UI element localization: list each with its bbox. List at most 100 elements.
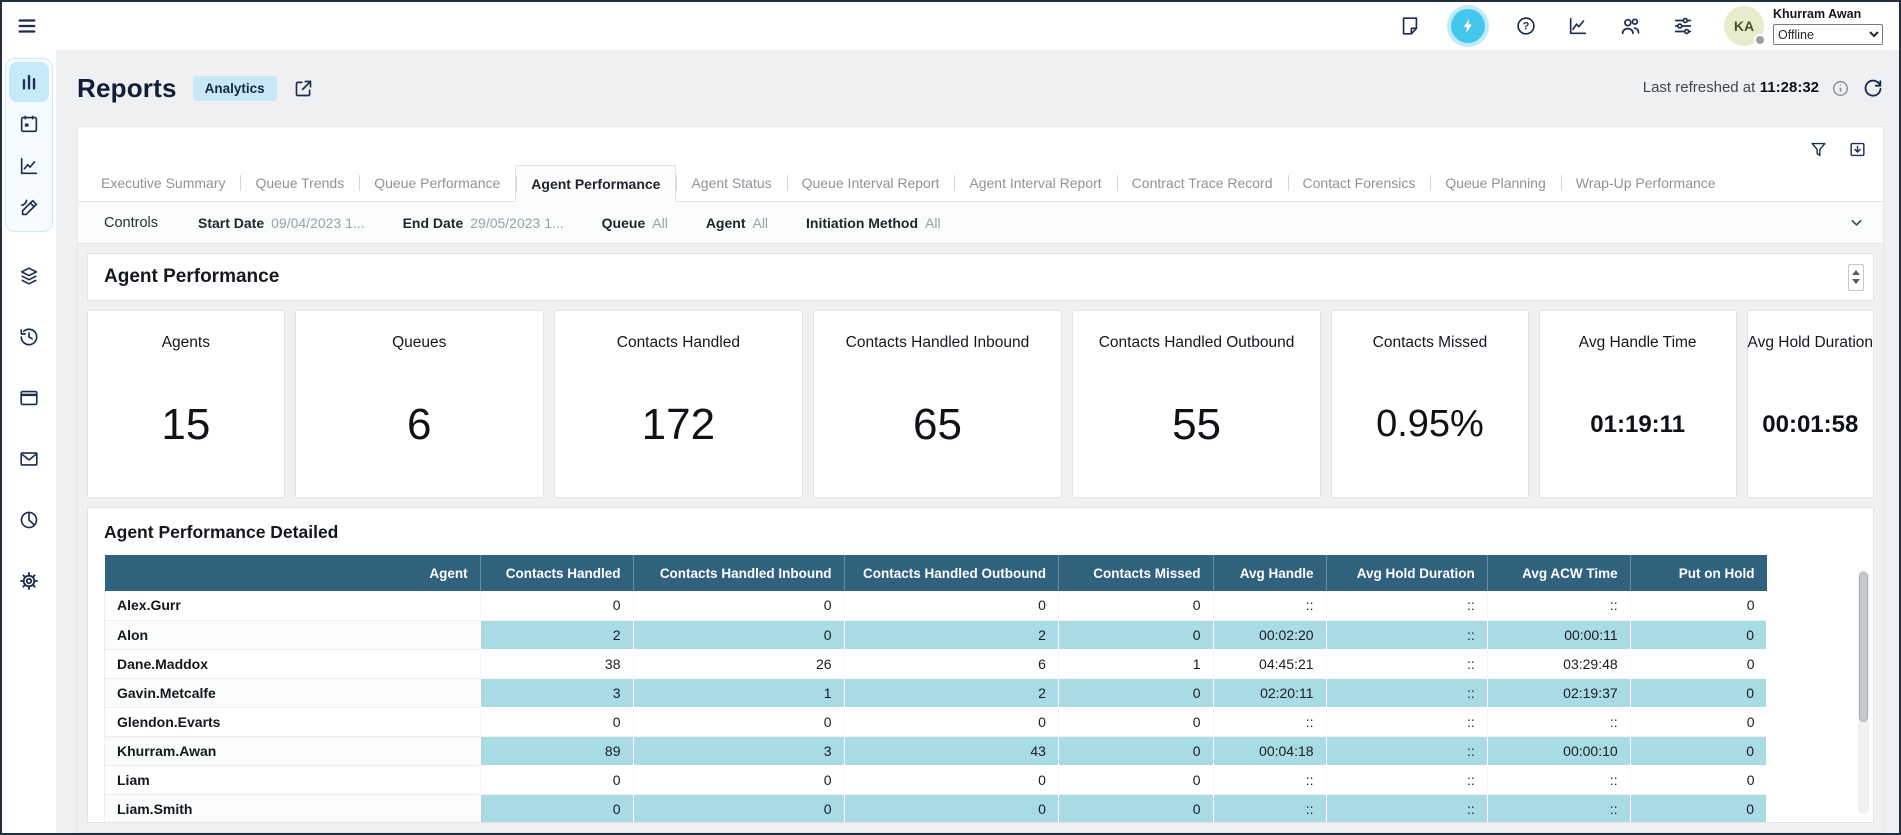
external-link-icon[interactable] xyxy=(293,78,314,99)
agent-name-cell: Liam xyxy=(105,765,481,794)
info-icon[interactable] xyxy=(1831,79,1850,98)
table-row: Liam 0 0 0 0 xyxy=(105,765,1767,794)
metric-cell: 0 xyxy=(1630,707,1766,736)
metrics-icon[interactable] xyxy=(1567,15,1589,37)
metric-cell: :: xyxy=(1326,649,1487,678)
column-header[interactable]: Contacts Handled Inbound xyxy=(633,555,844,591)
metric-cell: 0 xyxy=(1630,649,1766,678)
filter-sliders-icon[interactable] xyxy=(1672,15,1694,37)
window-icon[interactable] xyxy=(9,378,49,418)
metric-cell: :: xyxy=(1326,765,1487,794)
kpi-label: Queues xyxy=(392,334,446,352)
insights-bolt-icon[interactable] xyxy=(1451,9,1485,43)
table-header-row: Agent Contacts Handled Contacts Handled … xyxy=(105,555,1767,591)
column-header[interactable]: Contacts Handled xyxy=(480,555,633,591)
table-row: Alex.Gurr 0 0 0 0 xyxy=(105,591,1767,620)
kpi-label: Contacts Missed xyxy=(1373,334,1488,352)
report-tab[interactable]: Executive Summary xyxy=(86,165,240,201)
metric-cell: 0 xyxy=(480,765,633,794)
column-header[interactable]: Agent xyxy=(105,555,481,591)
kpi-card: Contacts Handled 172 xyxy=(554,310,803,498)
section-scroll-stepper[interactable] xyxy=(1848,264,1864,291)
chevron-down-icon[interactable] xyxy=(1848,214,1865,231)
metric-cell: 26 xyxy=(633,649,844,678)
kpi-card: Avg Hold Duration 00:01:58 xyxy=(1747,310,1875,498)
filter-control[interactable]: End Date 29/05/2023 1... xyxy=(403,215,564,231)
metric-cell: 2 xyxy=(480,620,633,649)
metric-cell: :: xyxy=(1326,707,1487,736)
report-tab[interactable]: Queue Trends xyxy=(240,165,359,201)
agent-name-cell: Liam.Smith xyxy=(105,794,481,823)
filter-control[interactable]: Initiation Method All xyxy=(806,215,941,231)
download-icon[interactable] xyxy=(1848,140,1867,159)
metric-cell: 6 xyxy=(844,649,1058,678)
filter-control[interactable]: Queue All xyxy=(602,215,668,231)
report-tab[interactable]: Contract Trace Record xyxy=(1117,165,1288,201)
filter-control[interactable]: Agent All xyxy=(706,215,768,231)
bar-chart-icon[interactable] xyxy=(9,62,49,102)
filter-value: 09/04/2023 1... xyxy=(271,215,364,231)
column-header[interactable]: Contacts Missed xyxy=(1058,555,1213,591)
mail-icon[interactable] xyxy=(9,439,49,479)
vertical-scrollbar xyxy=(1858,570,1869,814)
kpi-label: Agents xyxy=(162,334,210,352)
last-refreshed-label: Last refreshed at xyxy=(1643,79,1756,96)
calendar-icon[interactable] xyxy=(9,104,49,144)
metric-cell: 0 xyxy=(1058,794,1213,823)
filter-funnel-icon[interactable] xyxy=(1809,140,1828,159)
metric-cell: 03:29:48 xyxy=(1487,649,1630,678)
page-title: Reports xyxy=(77,73,177,104)
metric-cell: 3 xyxy=(480,678,633,707)
topbar: ? KA Khurram Awan Offline xyxy=(2,2,1899,50)
users-icon[interactable] xyxy=(1619,15,1642,38)
history-icon[interactable] xyxy=(9,317,49,357)
kpi-value: 0.95% xyxy=(1376,352,1484,497)
metric-cell: 0 xyxy=(1630,736,1766,765)
metric-cell: :: xyxy=(1487,765,1630,794)
column-header[interactable]: Put on Hold xyxy=(1630,555,1766,591)
metric-cell: 0 xyxy=(1058,678,1213,707)
detail-title: Agent Performance Detailed xyxy=(88,508,1873,555)
report-tab[interactable]: Agent Performance xyxy=(515,165,676,202)
metric-cell: 0 xyxy=(844,591,1058,620)
filter-value: 29/05/2023 1... xyxy=(470,215,563,231)
agent-name-cell: Dane.Maddox xyxy=(105,649,481,678)
filter-value: All xyxy=(652,215,668,231)
column-header[interactable]: Avg Hold Duration xyxy=(1326,555,1487,591)
user-name: Khurram Awan xyxy=(1773,7,1883,21)
report-tab[interactable]: Queue Interval Report xyxy=(787,165,955,201)
agent-performance-table: Agent Contacts Handled Contacts Handled … xyxy=(104,555,1767,823)
report-tabs: Executive Summary Queue Trends Queue Per… xyxy=(78,164,1883,202)
report-tab[interactable]: Wrap-Up Performance xyxy=(1561,165,1731,201)
hamburger-menu-icon[interactable] xyxy=(16,15,38,37)
report-tab[interactable]: Contact Forensics xyxy=(1288,165,1431,201)
status-select[interactable]: Offline xyxy=(1773,24,1883,45)
column-header[interactable]: Avg Handle xyxy=(1213,555,1326,591)
design-icon[interactable] xyxy=(9,188,49,228)
line-chart-icon[interactable] xyxy=(9,146,49,186)
report-tab[interactable]: Queue Performance xyxy=(359,165,515,201)
column-header[interactable]: Avg ACW Time xyxy=(1487,555,1630,591)
help-icon[interactable]: ? xyxy=(1515,15,1537,37)
detail-panel: Agent Performance Detailed Agent Co xyxy=(87,507,1874,823)
metric-cell: 2 xyxy=(844,620,1058,649)
metric-cell: 00:00:10 xyxy=(1487,736,1630,765)
agent-name-cell: Khurram.Awan xyxy=(105,736,481,765)
report-tab[interactable]: Agent Status xyxy=(676,165,786,201)
filter-control[interactable]: Start Date 09/04/2023 1... xyxy=(198,215,365,231)
pie-chart-icon[interactable] xyxy=(9,500,49,540)
report-tab[interactable]: Agent Interval Report xyxy=(954,165,1116,201)
sidebar-primary-group xyxy=(5,58,53,232)
metric-cell: 02:19:37 xyxy=(1487,678,1630,707)
section-title: Agent Performance xyxy=(104,266,279,288)
layers-icon[interactable] xyxy=(9,256,49,296)
report-tab[interactable]: Queue Planning xyxy=(1430,165,1560,201)
note-icon[interactable] xyxy=(1399,15,1421,37)
gear-icon[interactable] xyxy=(9,561,49,601)
filter-label: Queue xyxy=(602,215,646,231)
column-header[interactable]: Contacts Handled Outbound xyxy=(844,555,1058,591)
avatar: KA xyxy=(1724,6,1764,46)
scrollbar-thumb[interactable] xyxy=(1859,572,1868,722)
metric-cell: :: xyxy=(1213,707,1326,736)
refresh-icon[interactable] xyxy=(1862,77,1884,99)
